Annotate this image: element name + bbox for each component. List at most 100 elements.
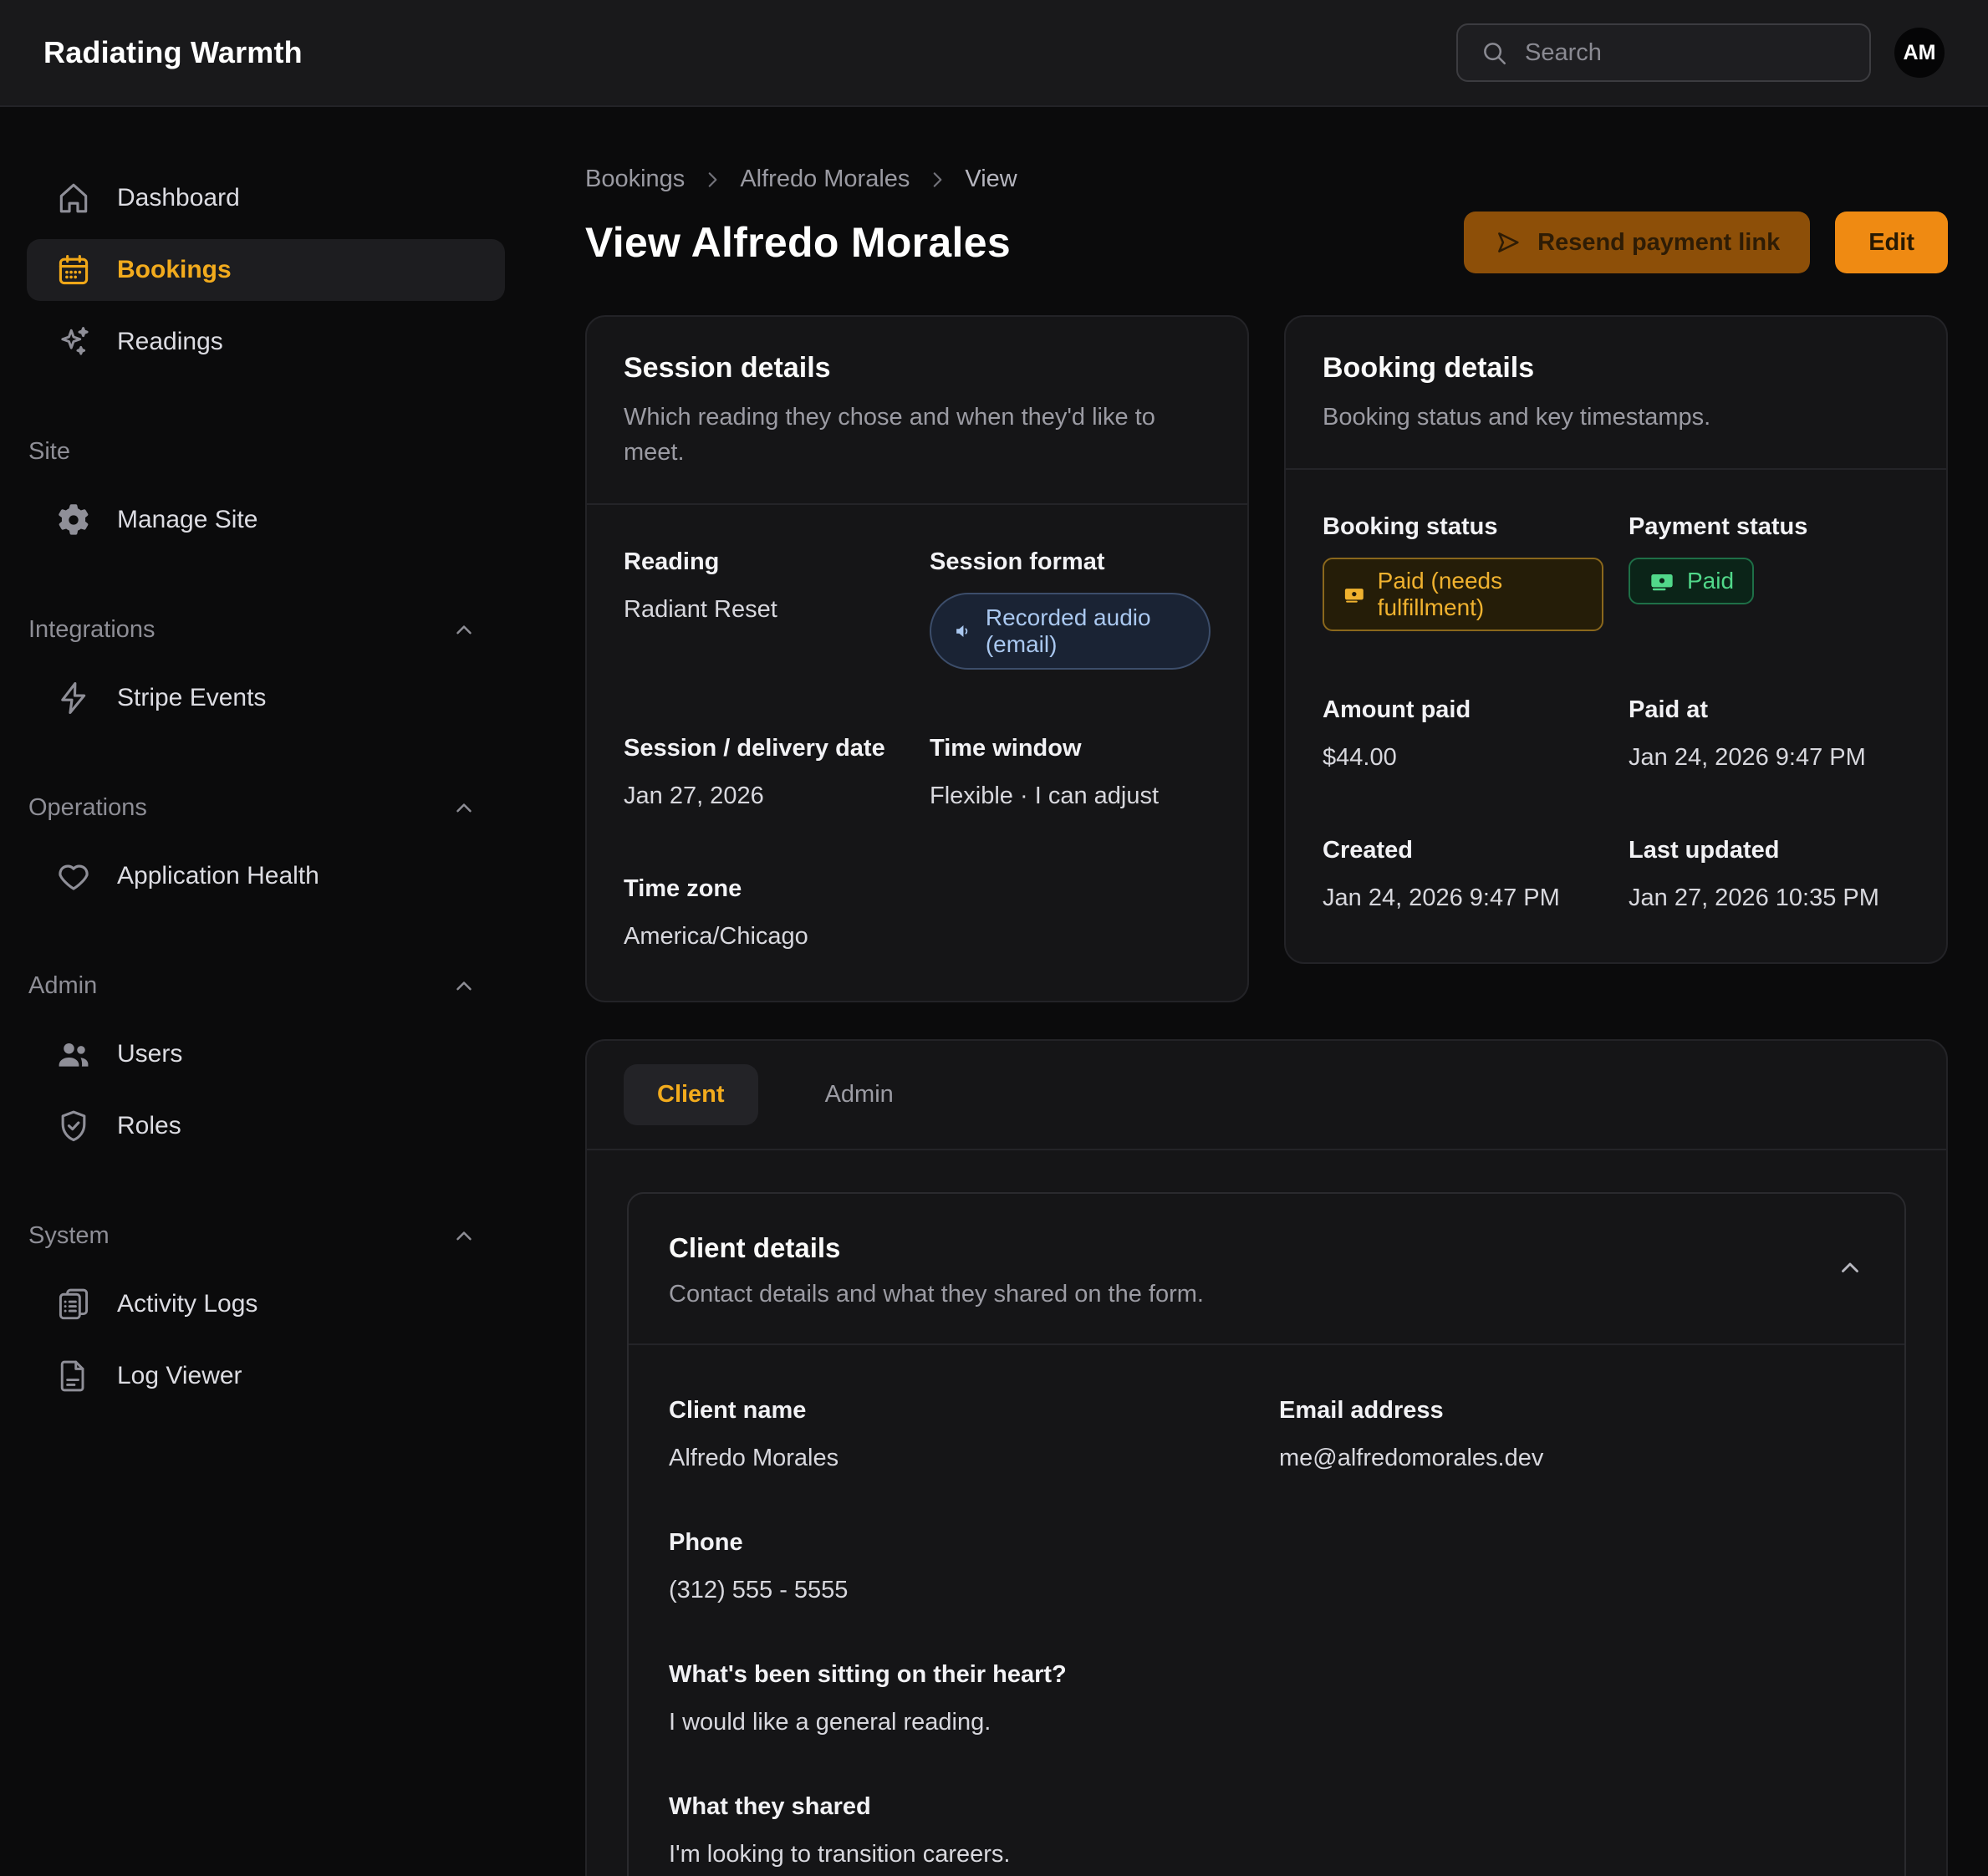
sidebar-section-site: Site Manage Site <box>27 438 505 551</box>
section-header-site: Site <box>27 438 505 466</box>
resend-payment-link-button[interactable]: Resend payment link <box>1464 212 1810 273</box>
field-label: Created <box>1323 837 1603 864</box>
sidebar-item-manage-site[interactable]: Manage Site <box>27 489 505 551</box>
sidebar-item-label: Dashboard <box>117 184 240 212</box>
chevron-up-icon <box>451 1224 477 1249</box>
sidebar-item-application-health[interactable]: Application Health <box>27 845 505 907</box>
home-icon <box>55 180 92 217</box>
client-card-body: Client name Alfredo Morales Email addres… <box>629 1345 1904 1876</box>
breadcrumb-client[interactable]: Alfredo Morales <box>740 166 910 193</box>
sidebar: Dashboard Bookings Readings Site Manage … <box>0 107 535 1876</box>
field-client-name: Client name Alfredo Morales <box>669 1397 1254 1472</box>
field-heart-question: What's been sitting on their heart? I wo… <box>669 1661 1864 1736</box>
field-what-they-shared: What they shared I'm looking to transiti… <box>669 1793 1864 1868</box>
field-session-format: Session format Recorded audio (email) <box>930 548 1211 670</box>
booking-card-header: Booking details Booking status and key t… <box>1286 317 1946 468</box>
sidebar-item-label: Bookings <box>117 256 232 284</box>
field-last-updated: Last updated Jan 27, 2026 10:35 PM <box>1629 837 1909 912</box>
sidebar-item-log-viewer[interactable]: Log Viewer <box>27 1345 505 1407</box>
collapse-chevron-up-icon[interactable] <box>1836 1254 1864 1282</box>
top-bar: Radiating Warmth AM <box>0 0 1988 107</box>
sidebar-item-activity-logs[interactable]: Activity Logs <box>27 1273 505 1335</box>
lightning-icon <box>55 680 92 716</box>
sidebar-section-operations: Operations Application Health <box>27 794 505 907</box>
search-input[interactable] <box>1525 39 1848 67</box>
section-label: Site <box>28 438 70 466</box>
field-label: Client name <box>669 1397 1254 1425</box>
field-value: Alfredo Morales <box>669 1445 1254 1472</box>
sidebar-item-users[interactable]: Users <box>27 1023 505 1085</box>
banknote-icon <box>1343 581 1366 608</box>
chevron-up-icon <box>451 796 477 821</box>
field-label: Last updated <box>1629 837 1909 864</box>
section-header-system[interactable]: System <box>27 1222 505 1250</box>
field-value: Radiant Reset <box>624 596 905 624</box>
breadcrumb: Bookings Alfredo Morales View <box>585 166 1948 193</box>
field-reading: Reading Radiant Reset <box>624 548 905 670</box>
field-label: Phone <box>669 1529 1864 1557</box>
section-header-admin[interactable]: Admin <box>27 972 505 1000</box>
page-title: View Alfredo Morales <box>585 218 1011 267</box>
users-icon <box>55 1036 92 1073</box>
field-amount-paid: Amount paid $44.00 <box>1323 696 1603 772</box>
chevron-up-icon <box>451 974 477 999</box>
client-details-card: Client details Contact details and what … <box>627 1192 1906 1876</box>
client-card-heading: Client details Contact details and what … <box>669 1232 1204 1308</box>
chevron-right-icon <box>701 169 723 191</box>
session-card-body: Reading Radiant Reset Session format Rec… <box>587 505 1247 1001</box>
edit-button[interactable]: Edit <box>1835 212 1948 273</box>
sidebar-item-label: Log Viewer <box>117 1362 242 1390</box>
section-header-operations[interactable]: Operations <box>27 794 505 822</box>
session-details-card: Session details Which reading they chose… <box>585 315 1249 1002</box>
badge-label: Paid <box>1687 568 1734 594</box>
chevron-up-icon <box>451 618 477 643</box>
edit-label: Edit <box>1868 229 1914 257</box>
session-format-badge: Recorded audio (email) <box>930 593 1211 670</box>
card-subtitle: Booking status and key timestamps. <box>1323 400 1858 435</box>
sidebar-item-readings[interactable]: Readings <box>27 311 505 373</box>
badge-label: Paid (needs fulfillment) <box>1378 568 1583 621</box>
header-actions: Resend payment link Edit <box>1464 212 1948 273</box>
sidebar-section-admin: Admin Users Roles <box>27 972 505 1157</box>
tab-client[interactable]: Client <box>624 1064 758 1125</box>
shield-check-icon <box>55 1108 92 1144</box>
sidebar-item-label: Application Health <box>117 862 319 890</box>
sidebar-item-dashboard[interactable]: Dashboard <box>27 167 505 229</box>
field-value: me@alfredomorales.dev <box>1279 1445 1864 1472</box>
field-value: I would like a general reading. <box>669 1709 1864 1736</box>
tab-body: Client details Contact details and what … <box>587 1150 1946 1876</box>
section-label: Operations <box>28 794 147 822</box>
breadcrumb-bookings[interactable]: Bookings <box>585 166 685 193</box>
field-label: Session / delivery date <box>624 735 905 762</box>
field-label: Time zone <box>624 875 905 903</box>
booking-details-card: Booking details Booking status and key t… <box>1284 315 1948 964</box>
field-label: Paid at <box>1629 696 1909 724</box>
field-booking-status: Booking status Paid (needs fulfillment) <box>1323 513 1603 631</box>
sidebar-item-stripe-events[interactable]: Stripe Events <box>27 667 505 729</box>
avatar[interactable]: AM <box>1894 28 1945 78</box>
field-paid-at: Paid at Jan 24, 2026 9:47 PM <box>1629 696 1909 772</box>
search-icon <box>1480 38 1508 67</box>
field-label: What's been sitting on their heart? <box>669 1661 1864 1689</box>
search-box[interactable] <box>1456 23 1871 82</box>
app-title: Radiating Warmth <box>43 35 303 70</box>
field-label: Booking status <box>1323 513 1603 541</box>
field-label: Email address <box>1279 1397 1864 1425</box>
card-title: Client details <box>669 1232 1204 1264</box>
field-value: Jan 24, 2026 9:47 PM <box>1323 884 1603 912</box>
field-payment-status: Payment status Paid <box>1629 513 1909 631</box>
heart-icon <box>55 858 92 895</box>
page-header: View Alfredo Morales Resend payment link… <box>585 212 1948 273</box>
field-value: Flexible · I can adjust <box>930 783 1211 810</box>
client-card-header: Client details Contact details and what … <box>629 1194 1904 1345</box>
sparkles-icon <box>55 324 92 360</box>
sidebar-item-bookings[interactable]: Bookings <box>27 239 505 301</box>
field-email: Email address me@alfredomorales.dev <box>1279 1397 1864 1472</box>
field-session-date: Session / delivery date Jan 27, 2026 <box>624 735 905 810</box>
app-root: Radiating Warmth AM Dashboard Bookings R… <box>0 0 1988 1876</box>
sidebar-item-label: Users <box>117 1040 182 1068</box>
section-header-integrations[interactable]: Integrations <box>27 616 505 644</box>
section-label: Admin <box>28 972 97 1000</box>
sidebar-item-roles[interactable]: Roles <box>27 1095 505 1157</box>
tab-admin[interactable]: Admin <box>792 1064 927 1125</box>
